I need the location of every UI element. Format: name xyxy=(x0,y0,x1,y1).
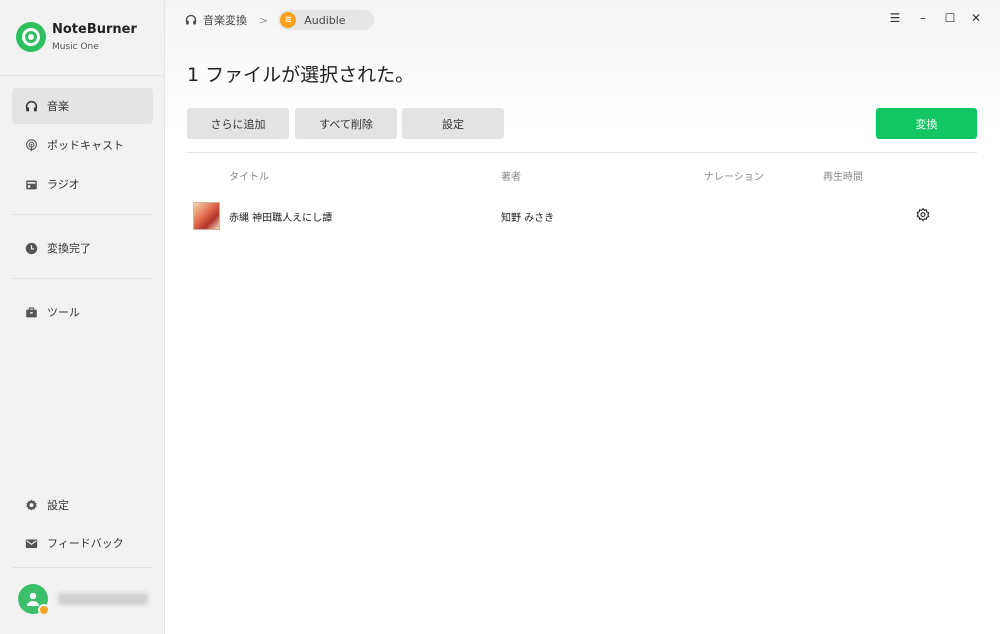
source-selector[interactable]: ≋ Audible xyxy=(278,10,374,30)
sidebar-item-label: ツール xyxy=(47,306,80,319)
settings-button[interactable]: 設定 xyxy=(402,108,504,139)
add-more-button[interactable]: さらに追加 xyxy=(187,108,289,139)
sidebar-item-label: 変換完了 xyxy=(47,242,91,255)
sidebar: NoteBurner Music One 音楽 ポッドキャスト ラジオ 変換完了… xyxy=(0,0,165,634)
sidebar-item-label: フィードバック xyxy=(47,537,124,550)
divider xyxy=(12,214,153,215)
headphones-icon xyxy=(24,99,38,113)
app-subtitle: Music One xyxy=(52,42,99,52)
maximize-icon[interactable]: ☐ xyxy=(942,11,958,25)
sidebar-item-label: ラジオ xyxy=(47,178,80,191)
user-icon xyxy=(27,592,39,606)
clock-icon xyxy=(24,241,38,255)
column-header-narration[interactable]: ナレーション xyxy=(704,168,764,183)
sidebar-item-tools[interactable]: ツール xyxy=(12,294,153,330)
row-title: 赤縄 神田職人えにし譚 xyxy=(229,213,333,224)
username-blurred xyxy=(58,593,148,605)
minimize-icon[interactable]: – xyxy=(915,11,931,25)
sidebar-item-converted[interactable]: 変換完了 xyxy=(12,230,153,266)
sidebar-item-podcast[interactable]: ポッドキャスト xyxy=(12,127,153,163)
column-header-duration[interactable]: 再生時間 xyxy=(823,168,863,183)
breadcrumb: 音楽変換 > ≋ Audible xyxy=(185,10,374,30)
sidebar-item-label: 設定 xyxy=(47,499,69,512)
audible-icon: ≋ xyxy=(280,12,297,28)
podcast-icon xyxy=(24,138,38,152)
mail-icon xyxy=(24,536,38,550)
divider xyxy=(12,567,153,568)
avatar[interactable] xyxy=(18,584,50,616)
convert-button[interactable]: 変換 xyxy=(876,108,977,139)
sidebar-item-radio[interactable]: ラジオ xyxy=(12,166,153,202)
app-name: NoteBurner xyxy=(52,22,137,37)
delete-all-button[interactable]: すべて削除 xyxy=(295,108,397,139)
app-logo-icon xyxy=(16,22,46,52)
headphones-icon xyxy=(185,14,197,26)
column-header-title[interactable]: タイトル xyxy=(229,168,269,183)
radio-icon xyxy=(24,177,38,191)
breadcrumb-section[interactable]: 音楽変換 xyxy=(203,12,247,28)
row-settings-gear-icon[interactable] xyxy=(916,207,932,223)
page-title: 1 ファイルが選択された。 xyxy=(187,64,415,86)
close-icon[interactable]: ✕ xyxy=(968,11,984,25)
main-panel: 音楽変換 > ≋ Audible ☰ – ☐ ✕ 1 ファイルが選択された。 さ… xyxy=(165,0,1000,634)
table-row[interactable]: 赤縄 神田職人えにし譚 知野 みさき xyxy=(187,198,977,234)
source-label: Audible xyxy=(304,13,346,27)
sidebar-item-music[interactable]: 音楽 xyxy=(12,88,153,124)
sidebar-item-label: 音楽 xyxy=(47,100,69,113)
vip-badge-icon xyxy=(38,604,50,616)
cover-thumbnail xyxy=(193,202,220,230)
gear-icon xyxy=(24,498,38,512)
chevron-right-icon: > xyxy=(259,13,269,27)
menu-icon[interactable]: ☰ xyxy=(887,11,903,25)
sidebar-item-label: ポッドキャスト xyxy=(47,139,124,152)
divider xyxy=(12,278,153,279)
column-header-author[interactable]: 著者 xyxy=(501,168,521,183)
sidebar-item-settings[interactable]: 設定 xyxy=(12,487,153,523)
row-author: 知野 みさき xyxy=(501,213,555,224)
toolbox-icon xyxy=(24,305,38,319)
sidebar-item-feedback[interactable]: フィードバック xyxy=(12,525,153,561)
divider xyxy=(187,152,977,153)
divider xyxy=(0,75,165,76)
